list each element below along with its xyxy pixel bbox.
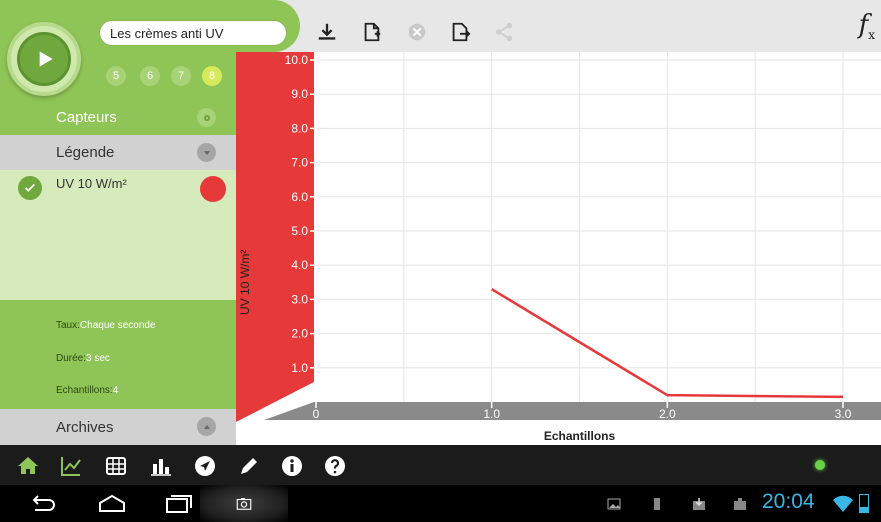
archives-section[interactable]: Archives [0, 409, 236, 445]
legend-item[interactable]: UV 10 W/m² [0, 174, 236, 204]
formula-button[interactable]: fx [859, 10, 875, 42]
share-icon [495, 22, 513, 42]
sidebar: 5 6 7 8 Capteurs Légende UV 10 W/m² Taux… [0, 52, 236, 445]
capteurs-section[interactable]: Capteurs [0, 100, 236, 135]
info-button[interactable] [279, 453, 305, 479]
echantillons-info: Echantillons:4 [56, 385, 119, 396]
back-button[interactable] [22, 491, 62, 517]
camera-icon [236, 497, 252, 510]
taux-info: Taux:Chaque seconde [56, 320, 156, 331]
x-tick-label: 1.0 [483, 407, 500, 421]
top-toolbar: fx [0, 0, 881, 52]
add-document-icon [364, 22, 381, 42]
chart-area[interactable]: 1.0 2.0 3.0 4.0 5.0 6.0 7.0 8.0 9.0 10.0 0 1.0 2.0 3.… [236, 52, 881, 445]
home-nav-button[interactable] [92, 491, 132, 517]
x-tick-label: 2.0 [659, 407, 676, 421]
channel-6-button[interactable]: 6 [140, 66, 160, 86]
play-icon [39, 51, 53, 67]
chevron-down-icon[interactable] [197, 143, 216, 162]
recent-apps-button[interactable] [158, 491, 198, 517]
battery-icon [859, 494, 869, 513]
connection-status-indicator [815, 460, 825, 470]
pen-icon [241, 458, 257, 474]
export-button[interactable] [443, 15, 477, 49]
home-icon [18, 457, 38, 474]
download-icon [318, 23, 336, 40]
chart-line-icon [61, 457, 81, 476]
export-icon [452, 22, 471, 42]
y-tick-label: 1.0 [291, 361, 308, 375]
battery-level [860, 506, 868, 512]
channel-5-button[interactable]: 5 [106, 66, 126, 86]
y-tick-label: 3.0 [291, 292, 308, 306]
formula-icon: f [858, 10, 869, 40]
home-nav-icon [99, 494, 125, 512]
table-view-button[interactable] [103, 453, 129, 479]
system-navigation-bar: 20:04 [0, 485, 881, 522]
duree-info: Durée:3 sec [56, 353, 110, 364]
close-button[interactable] [400, 15, 434, 49]
y-tick-label: 9.0 [291, 87, 308, 101]
y-tick-label: 2.0 [291, 327, 308, 341]
screenshot-button[interactable] [200, 485, 288, 522]
acquisition-info: Taux:Chaque seconde Durée:3 sec Echantil… [0, 300, 236, 409]
chevron-up-icon[interactable] [197, 417, 216, 436]
legend-color-swatch[interactable] [200, 176, 226, 202]
table-icon [106, 457, 126, 475]
legend-panel: UV 10 W/m² [0, 170, 236, 300]
gear-icon[interactable] [197, 108, 216, 127]
y-axis-label: UV 10 W/m² [238, 250, 252, 315]
graph-view-button[interactable] [58, 453, 84, 479]
back-icon [32, 495, 55, 511]
wifi-icon [833, 495, 853, 512]
navigate-icon [195, 456, 215, 476]
y-tick-label: 5.0 [291, 224, 308, 238]
y-tick-label: 4.0 [291, 258, 308, 272]
close-icon [408, 23, 426, 41]
app-toolbar [0, 445, 881, 485]
share-button[interactable] [487, 15, 521, 49]
y-tick-label: 10.0 [285, 53, 309, 67]
archives-label: Archives [56, 418, 114, 436]
capteurs-label: Capteurs [56, 109, 117, 126]
download-notification-icon [693, 498, 705, 510]
x-axis-band [264, 402, 881, 420]
channel-7-button[interactable]: 7 [171, 66, 191, 86]
y-tick-label: 6.0 [291, 190, 308, 204]
experiment-title-input[interactable] [100, 21, 286, 45]
store-notification-icon [734, 498, 746, 510]
home-button[interactable] [15, 453, 41, 479]
bar-view-button[interactable] [148, 453, 174, 479]
app-window: fx 5 6 7 8 Capteurs Légende [0, 0, 881, 522]
y-tick-label: 8.0 [291, 121, 308, 135]
play-button-inner [17, 32, 71, 86]
help-icon [325, 456, 345, 476]
new-document-button[interactable] [355, 15, 389, 49]
start-acquisition-button[interactable] [7, 22, 81, 96]
legende-label: Légende [56, 144, 115, 161]
x-tick-label: 3.0 [835, 407, 852, 421]
annotate-button[interactable] [236, 453, 262, 479]
line-chart[interactable]: 1.0 2.0 3.0 4.0 5.0 6.0 7.0 8.0 9.0 10.0 0 1.0 2.0 3.… [236, 52, 881, 445]
info-icon [282, 456, 302, 476]
download-button[interactable] [310, 15, 344, 49]
navigate-button[interactable] [192, 453, 218, 479]
y-tick-label: 7.0 [291, 156, 308, 170]
checkmark-icon[interactable] [18, 176, 42, 200]
x-tick-label: 0 [313, 407, 320, 421]
channel-8-button[interactable]: 8 [202, 66, 222, 86]
recent-apps-icon [166, 495, 192, 513]
help-button[interactable] [322, 453, 348, 479]
bar-chart-icon [151, 459, 171, 476]
legende-section[interactable]: Légende [0, 135, 236, 170]
usb-notification-icon [654, 498, 660, 510]
image-notification-icon [607, 498, 621, 510]
clock: 20:04 [762, 490, 815, 513]
x-axis-label: Echantillons [544, 429, 616, 443]
legend-item-label: UV 10 W/m² [56, 176, 127, 191]
